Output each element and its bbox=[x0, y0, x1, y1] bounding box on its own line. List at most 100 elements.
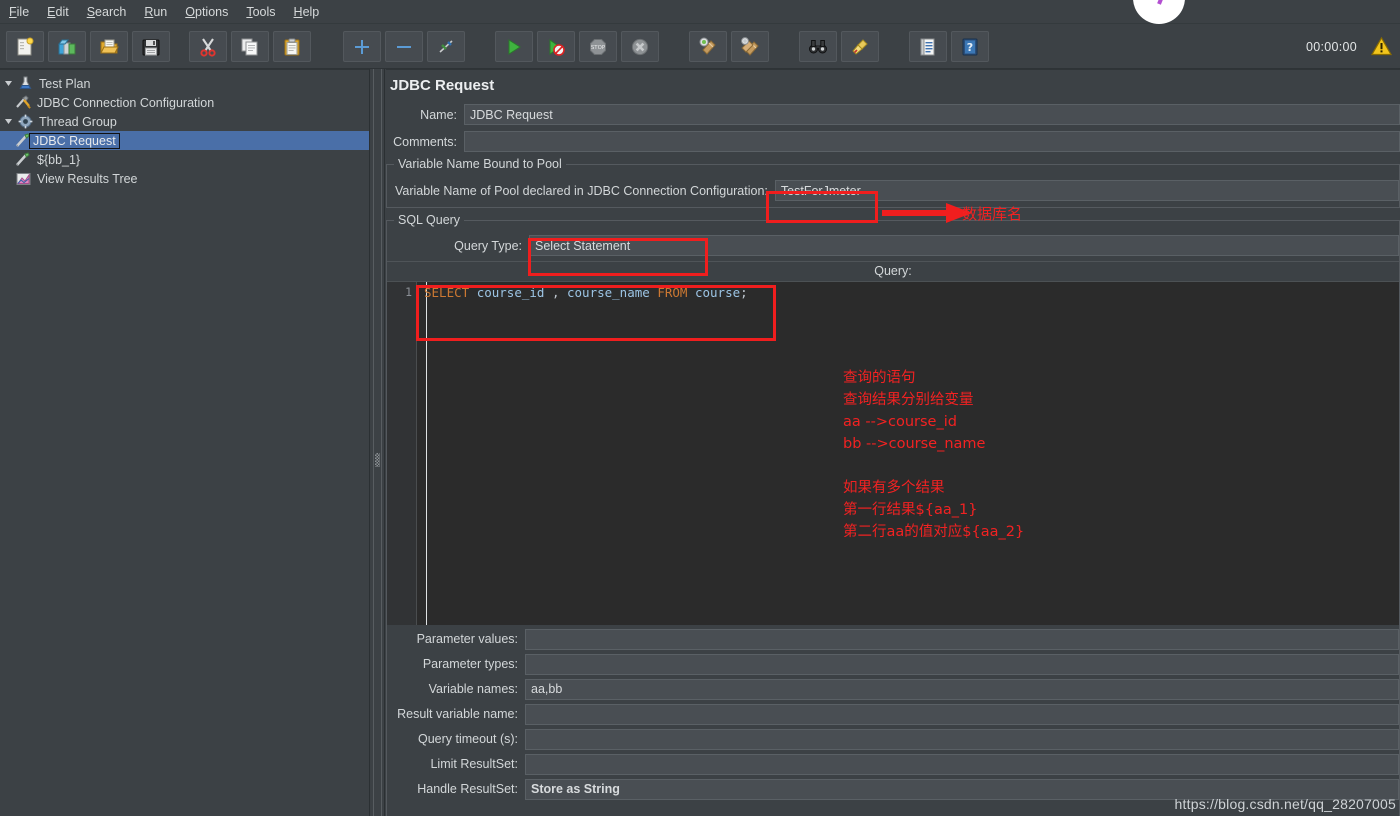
parameter-types-row: Parameter types: bbox=[387, 653, 1399, 675]
pool-field-label: Variable Name of Pool declared in JDBC C… bbox=[395, 183, 768, 198]
elapsed-timer: 00:00:00 bbox=[1305, 39, 1357, 54]
menu-search[interactable]: Search bbox=[78, 2, 136, 22]
query-type-select[interactable]: Select Statement bbox=[529, 235, 1399, 256]
menu-run[interactable]: Run bbox=[135, 2, 176, 22]
help-icon[interactable]: ? bbox=[951, 31, 989, 62]
svg-text:?: ? bbox=[967, 41, 973, 54]
tree-node-view-results-tree[interactable]: View Results Tree bbox=[0, 169, 369, 188]
menu-search-label-rest: earch bbox=[95, 4, 127, 19]
annotation-database-name: 数据库名 bbox=[962, 205, 1023, 223]
divider-grip[interactable] bbox=[375, 453, 380, 467]
sql-group-title: SQL Query bbox=[394, 213, 465, 227]
toolbar: STOP ? 00:00:00 bbox=[0, 25, 1400, 69]
toolbar-group-clipboard bbox=[183, 31, 317, 62]
search-icon[interactable] bbox=[799, 31, 837, 62]
menu-edit[interactable]: Edit bbox=[38, 2, 78, 22]
comments-row: Comments: bbox=[386, 130, 1400, 153]
divider-line-right bbox=[381, 69, 382, 816]
reset-search-icon[interactable] bbox=[841, 31, 879, 62]
menu-file[interactable]: File bbox=[0, 2, 38, 22]
watermark-url: https://blog.csdn.net/qq_28207005 bbox=[1174, 796, 1396, 812]
tree-node-label: JDBC Connection Configuration bbox=[37, 95, 215, 110]
comments-input[interactable] bbox=[464, 131, 1400, 152]
open-icon[interactable] bbox=[90, 31, 128, 62]
query-label-row: Query: bbox=[387, 261, 1399, 281]
parameter-types-input[interactable] bbox=[525, 653, 1399, 675]
jdbc-request-icon bbox=[13, 152, 33, 167]
tree-node-thread-group[interactable]: Thread Group bbox=[0, 112, 369, 131]
result-variable-name-input[interactable] bbox=[525, 703, 1399, 725]
warning-triangle-icon[interactable] bbox=[1371, 36, 1400, 57]
start-no-pauses-icon[interactable] bbox=[537, 31, 575, 62]
thread-group-icon bbox=[15, 114, 35, 129]
annotation-note-line-3: aa -->course_id bbox=[843, 414, 957, 430]
stop-icon[interactable]: STOP bbox=[579, 31, 617, 62]
menu-help-label-rest: elp bbox=[302, 4, 320, 19]
query-label: Query: bbox=[874, 264, 912, 278]
save-icon[interactable] bbox=[132, 31, 170, 62]
menu-edit-label-rest: dit bbox=[55, 4, 69, 19]
menu-tools-label-rest: ools bbox=[252, 4, 276, 19]
sql-token-keyword: FROM bbox=[657, 285, 688, 300]
start-icon[interactable] bbox=[495, 31, 533, 62]
shutdown-icon[interactable] bbox=[621, 31, 659, 62]
tree-node-label: View Results Tree bbox=[37, 171, 138, 186]
query-timeout-input[interactable] bbox=[525, 728, 1399, 750]
tree-node-test-plan[interactable]: Test Plan bbox=[0, 74, 369, 93]
menu-help[interactable]: Help bbox=[285, 2, 329, 22]
expand-all-icon[interactable] bbox=[343, 31, 381, 62]
query-type-row: Query Type: Select Statement bbox=[387, 234, 1399, 257]
comments-label: Comments: bbox=[393, 134, 457, 149]
pool-variable-name-input[interactable]: TestForJmeter bbox=[774, 180, 1399, 201]
annotation-note-line-4: bb -->course_name bbox=[843, 436, 986, 452]
test-plan-tree[interactable]: Test Plan JDBC Connection Configuration bbox=[0, 70, 369, 188]
editor-line-number: 1 bbox=[405, 285, 412, 299]
cursor-needle-icon bbox=[1157, 0, 1170, 5]
name-input[interactable]: JDBC Request bbox=[464, 104, 1400, 125]
test-plan-tree-panel[interactable]: Test Plan JDBC Connection Configuration bbox=[0, 69, 369, 816]
limit-resultset-label: Limit ResultSet: bbox=[430, 757, 518, 771]
paste-icon[interactable] bbox=[273, 31, 311, 62]
tree-node-jdbc-connection-configuration[interactable]: JDBC Connection Configuration bbox=[0, 93, 369, 112]
templates-icon[interactable] bbox=[48, 31, 86, 62]
split-pane-divider[interactable] bbox=[369, 69, 385, 816]
new-icon[interactable] bbox=[6, 31, 44, 62]
menu-run-label-rest: un bbox=[153, 4, 168, 19]
clear-all-icon[interactable] bbox=[731, 31, 769, 62]
sql-token-identifier: course_name bbox=[567, 285, 650, 300]
sql-token-space bbox=[687, 285, 695, 300]
divider-line-left bbox=[373, 69, 374, 816]
expand-arrow-icon[interactable] bbox=[2, 79, 15, 88]
variable-names-label: Variable names: bbox=[428, 682, 518, 696]
cut-icon[interactable] bbox=[189, 31, 227, 62]
limit-resultset-row: Limit ResultSet: bbox=[387, 753, 1399, 775]
menu-tools[interactable]: Tools bbox=[237, 2, 284, 22]
menu-options[interactable]: Options bbox=[176, 2, 237, 22]
toggle-icon[interactable] bbox=[427, 31, 465, 62]
tree-node-label: ${bb_1} bbox=[37, 152, 81, 167]
jmeter-window: File Edit Search Run Options Tools Help bbox=[0, 0, 1400, 816]
tree-node-label: Thread Group bbox=[39, 114, 117, 129]
copy-icon[interactable] bbox=[231, 31, 269, 62]
tree-node-label: Test Plan bbox=[39, 76, 91, 91]
menu-file-label-rest: ile bbox=[16, 4, 30, 19]
limit-resultset-input[interactable] bbox=[525, 753, 1399, 775]
parameter-values-input[interactable] bbox=[525, 628, 1399, 650]
annotation-note2-line-2: 第一行结果${aa_1} bbox=[843, 502, 978, 518]
tree-node-jdbc-request[interactable]: JDBC Request bbox=[0, 131, 369, 150]
collapse-all-icon[interactable] bbox=[385, 31, 423, 62]
variable-names-input[interactable]: aa,bb bbox=[525, 678, 1399, 700]
annotation-note-line-2: 查询结果分别给变量 bbox=[843, 392, 974, 408]
query-timeout-row: Query timeout (s): bbox=[387, 728, 1399, 750]
expand-arrow-icon[interactable] bbox=[2, 117, 15, 126]
sql-parameters-fields: Parameter values: Parameter types: Varia… bbox=[387, 625, 1399, 800]
tree-node-bb1[interactable]: ${bb_1} bbox=[0, 150, 369, 169]
clear-icon[interactable] bbox=[689, 31, 727, 62]
svg-text:STOP: STOP bbox=[591, 45, 606, 51]
menu-bar: File Edit Search Run Options Tools Help bbox=[0, 0, 1400, 24]
parameter-types-label: Parameter types: bbox=[422, 657, 518, 671]
sql-token-space bbox=[469, 285, 477, 300]
function-helper-icon[interactable] bbox=[909, 31, 947, 62]
parameter-values-row: Parameter values: bbox=[387, 628, 1399, 650]
main-content: Test Plan JDBC Connection Configuration bbox=[0, 69, 1400, 816]
